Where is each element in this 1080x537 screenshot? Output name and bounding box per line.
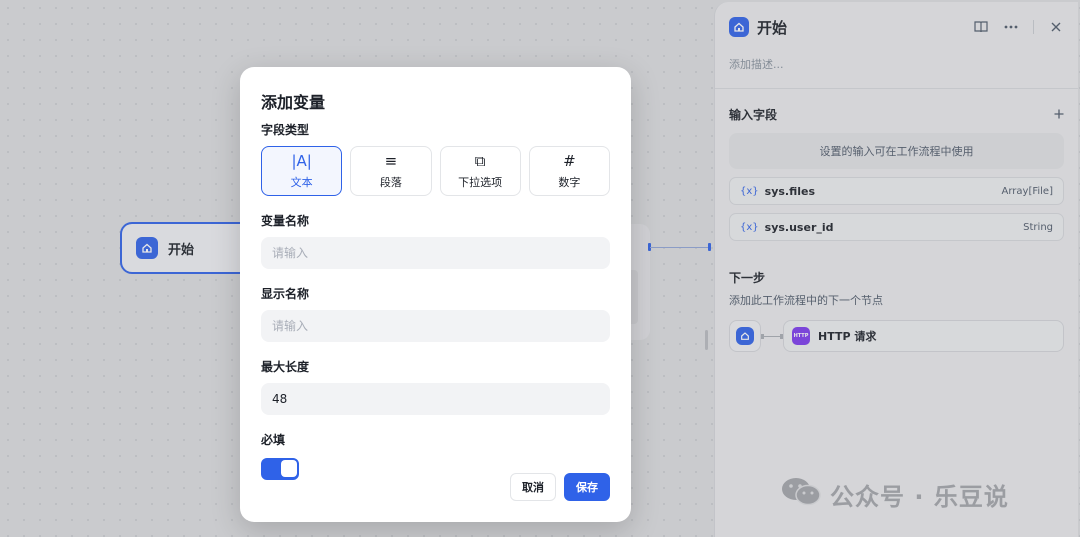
save-button[interactable]: 保存: [564, 473, 610, 501]
paragraph-type-icon: ≡: [384, 152, 398, 170]
type-select-option[interactable]: ⧉ 下拉选项: [439, 146, 521, 196]
type-paragraph-option[interactable]: ≡ 段落: [350, 146, 432, 196]
variable-name-label: 变量名称: [261, 214, 310, 228]
toggle-knob: [281, 460, 297, 477]
max-length-input[interactable]: [261, 383, 610, 415]
max-length-label: 最大长度: [261, 360, 310, 374]
field-type-label: 字段类型: [261, 123, 310, 137]
display-name-label: 显示名称: [261, 287, 310, 301]
variable-name-input[interactable]: [261, 237, 610, 269]
required-label: 必填: [261, 433, 286, 447]
type-label: 文本: [290, 176, 313, 189]
type-text-option[interactable]: |A| 文本: [261, 146, 343, 196]
cancel-button[interactable]: 取消: [510, 473, 556, 501]
text-type-icon: |A|: [291, 152, 312, 170]
field-type-selector: |A| 文本 ≡ 段落 ⧉ 下拉选项 # 数字: [261, 146, 610, 196]
add-variable-modal: 添加变量 字段类型 |A| 文本 ≡ 段落 ⧉ 下拉选项 # 数字 变量名称 显…: [240, 67, 631, 522]
display-name-input[interactable]: [261, 310, 610, 342]
type-label: 数字: [558, 176, 581, 189]
type-label: 下拉选项: [458, 176, 503, 189]
select-type-icon: ⧉: [474, 152, 486, 170]
required-toggle[interactable]: [261, 458, 299, 480]
modal-title: 添加变量: [261, 93, 326, 112]
type-label: 段落: [379, 176, 402, 189]
number-type-icon: #: [563, 152, 576, 170]
type-number-option[interactable]: # 数字: [528, 146, 610, 196]
